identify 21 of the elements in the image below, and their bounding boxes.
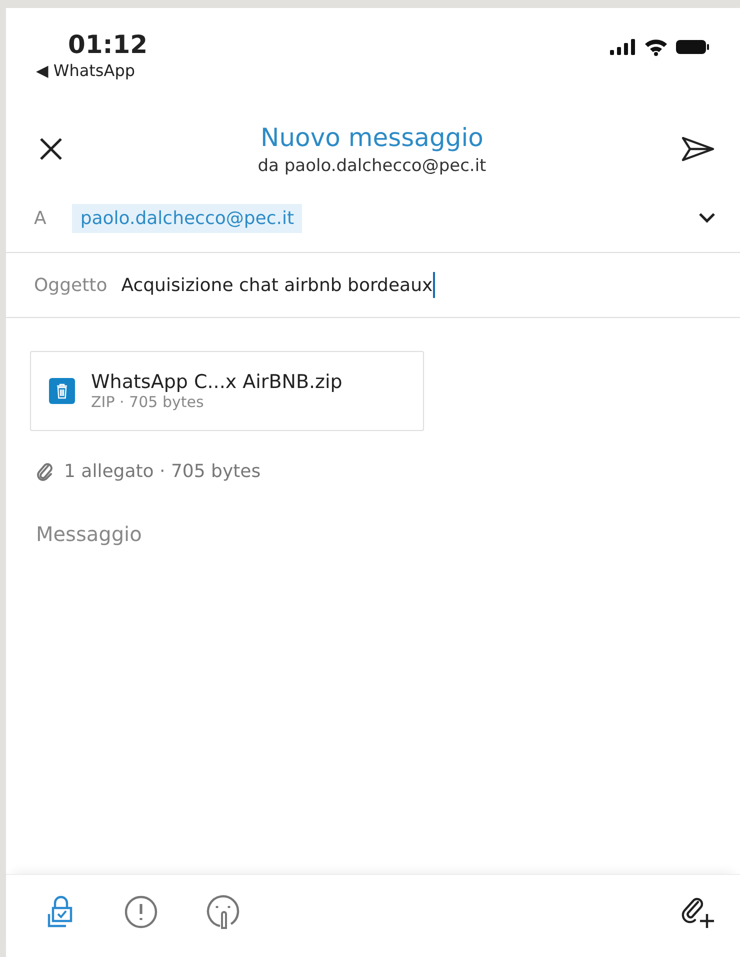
battery-icon xyxy=(676,39,710,55)
subject-label: Oggetto xyxy=(34,274,108,296)
chevron-down-icon[interactable] xyxy=(698,212,716,224)
status-time: 01:12 xyxy=(67,30,148,59)
send-icon[interactable] xyxy=(680,135,716,163)
alert-icon[interactable] xyxy=(124,895,158,929)
close-icon[interactable] xyxy=(38,136,64,162)
wifi-icon xyxy=(644,38,668,56)
attachment-summary: 1 allegato · 705 bytes xyxy=(64,461,261,482)
attachment-name: WhatsApp C...x AirBNB.zip xyxy=(91,371,342,393)
attachment-card[interactable]: WhatsApp C...x AirBNB.zip ZIP · 705 bytes xyxy=(30,351,424,431)
sender-address: da paolo.dalchecco@pec.it xyxy=(258,156,486,176)
to-label: A xyxy=(34,208,46,228)
compose-title: Nuovo messaggio xyxy=(260,122,484,152)
trash-icon[interactable] xyxy=(49,378,75,404)
attachment-size: ZIP · 705 bytes xyxy=(91,393,205,411)
signal-icon xyxy=(610,39,636,55)
back-to-app-link[interactable]: ◀ WhatsApp xyxy=(36,61,136,80)
paperclip-icon xyxy=(36,462,54,482)
shush-face-icon[interactable] xyxy=(206,894,240,930)
subject-field[interactable]: Acquisizione chat airbnb bordeaux xyxy=(121,272,436,298)
